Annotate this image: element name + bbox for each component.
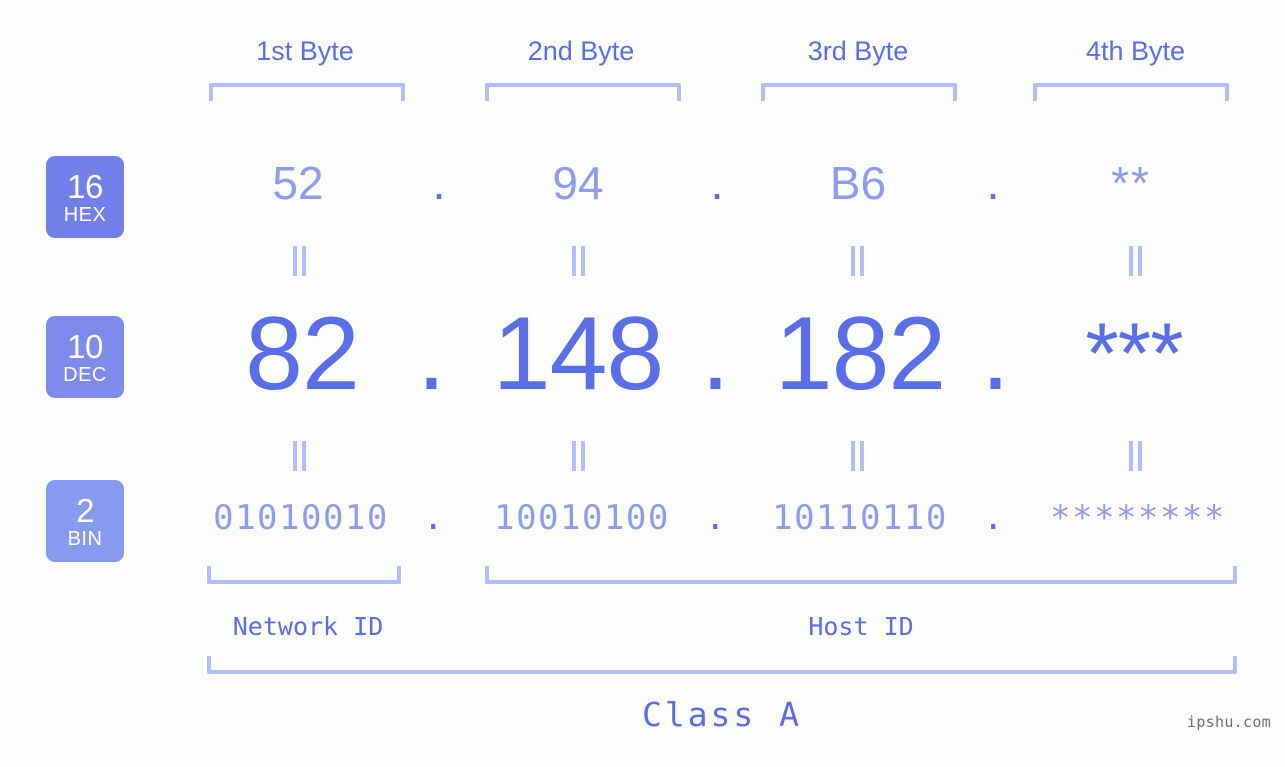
equals-separator-decbin-4: [1129, 441, 1143, 471]
hex-byte-2: 94: [552, 157, 604, 209]
bin-byte-1: 01010010: [213, 498, 389, 538]
hex-separator-2: .: [710, 157, 724, 209]
bin-separator-1: .: [423, 498, 445, 538]
network-id-bracket: [207, 566, 401, 584]
host-id-bracket: [485, 566, 1237, 584]
byte-header-4: 4th Byte: [1085, 36, 1186, 66]
byte-bracket-top-3: [761, 83, 957, 101]
hex-byte-4: **: [1111, 157, 1151, 209]
hex-separator-1: .: [432, 157, 446, 209]
bin-byte-4: ********: [1050, 498, 1226, 538]
equals-separator-hexdec-3: [851, 246, 865, 276]
base-badge-dec[interactable]: 10 DEC: [46, 316, 124, 398]
hex-byte-3: B6: [829, 157, 887, 209]
base-badge-hex[interactable]: 16 HEX: [46, 156, 124, 238]
dec-byte-2: 148: [492, 296, 665, 412]
network-id-label: Network ID: [232, 612, 384, 641]
byte-header-3: 3rd Byte: [807, 36, 909, 66]
hex-byte-1: 52: [272, 157, 324, 209]
equals-separator-decbin-1: [293, 441, 307, 471]
byte-bracket-top-2: [485, 83, 681, 101]
equals-separator-hexdec-1: [293, 246, 307, 276]
base-badge-hex-number: 16: [67, 167, 103, 205]
class-bracket: [207, 656, 1237, 674]
dec-byte-1: 82: [245, 296, 360, 412]
equals-separator-hexdec-2: [572, 246, 586, 276]
byte-header-2: 2nd Byte: [527, 36, 635, 66]
dec-separator-3: .: [981, 296, 1010, 412]
bin-byte-2: 10010100: [494, 498, 670, 538]
dec-separator-2: .: [701, 296, 730, 412]
dec-separator-1: .: [417, 296, 446, 412]
base-badge-bin-name: BIN: [67, 527, 103, 550]
bin-byte-3: 10110110: [772, 498, 948, 538]
equals-separator-decbin-3: [851, 441, 865, 471]
class-label: Class A: [641, 695, 803, 734]
base-badge-hex-name: HEX: [63, 203, 107, 226]
base-badge-bin-number: 2: [76, 491, 94, 529]
base-badge-dec-name: DEC: [63, 363, 107, 386]
dec-byte-4: ***: [1085, 306, 1183, 402]
equals-separator-hexdec-4: [1129, 246, 1143, 276]
byte-header-1: 1st Byte: [256, 36, 354, 66]
byte-bracket-top-1: [209, 83, 405, 101]
bin-separator-3: .: [983, 498, 1005, 538]
hex-separator-3: .: [986, 157, 1000, 209]
dec-byte-3: 182: [774, 296, 947, 412]
site-watermark: ipshu.com: [1187, 713, 1271, 731]
equals-separator-decbin-2: [572, 441, 586, 471]
base-badge-bin[interactable]: 2 BIN: [46, 480, 124, 562]
ip-breakdown-diagram: 1st Byte 2nd Byte 3rd Byte 4th Byte 16 H…: [0, 0, 1285, 767]
bin-separator-2: .: [705, 498, 727, 538]
base-badge-dec-number: 10: [67, 327, 103, 365]
byte-bracket-top-4: [1033, 83, 1229, 101]
host-id-label: Host ID: [808, 612, 914, 641]
